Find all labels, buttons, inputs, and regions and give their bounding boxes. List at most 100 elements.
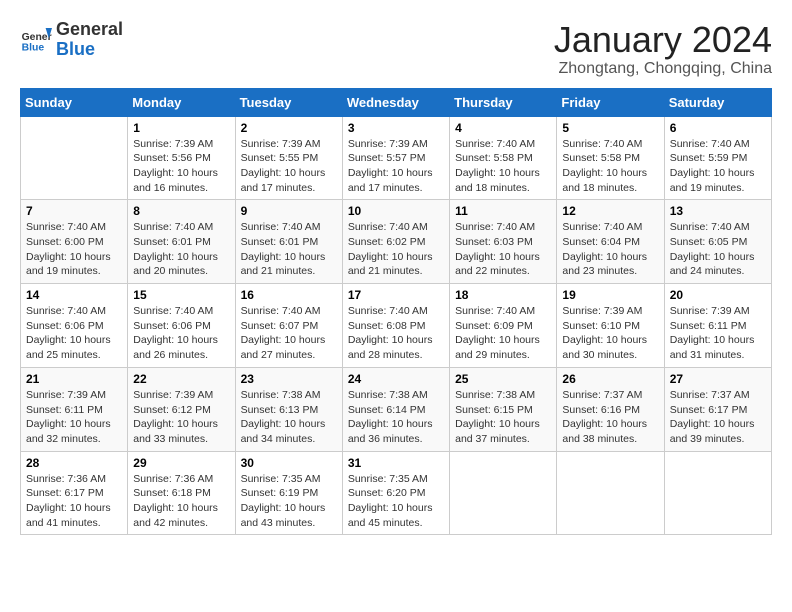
day-info: Sunrise: 7:36 AM Sunset: 6:18 PM Dayligh… (133, 472, 229, 531)
day-info: Sunrise: 7:40 AM Sunset: 6:00 PM Dayligh… (26, 220, 122, 279)
calendar-cell: 20 Sunrise: 7:39 AM Sunset: 6:11 PM Dayli… (664, 284, 771, 368)
day-info: Sunrise: 7:40 AM Sunset: 6:08 PM Dayligh… (348, 304, 444, 363)
day-info: Sunrise: 7:39 AM Sunset: 6:12 PM Dayligh… (133, 388, 229, 447)
calendar-cell: 11 Sunrise: 7:40 AM Sunset: 6:03 PM Dayli… (450, 200, 557, 284)
calendar-cell: 13 Sunrise: 7:40 AM Sunset: 6:05 PM Dayli… (664, 200, 771, 284)
day-number: 12 (562, 204, 658, 218)
weekday-header-row: SundayMondayTuesdayWednesdayThursdayFrid… (21, 88, 772, 116)
weekday-header-monday: Monday (128, 88, 235, 116)
day-number: 19 (562, 288, 658, 302)
day-info: Sunrise: 7:40 AM Sunset: 6:01 PM Dayligh… (241, 220, 337, 279)
calendar-cell: 12Sunrise: 7:40 AM Sunset: 6:04 PM Dayli… (557, 200, 664, 284)
day-number: 3 (348, 121, 444, 135)
day-number: 28 (26, 456, 122, 470)
page-header: General Blue General Blue January 2024 Z… (20, 20, 772, 78)
day-number: 10 (348, 204, 444, 218)
calendar-table: SundayMondayTuesdayWednesdayThursdayFrid… (20, 88, 772, 536)
calendar-week-row: 1 Sunrise: 7:39 AM Sunset: 5:56 PM Daylig… (21, 116, 772, 200)
calendar-cell: 7Sunrise: 7:40 AM Sunset: 6:00 PM Daylig… (21, 200, 128, 284)
day-number: 9 (241, 204, 337, 218)
day-info: Sunrise: 7:40 AM Sunset: 5:59 PM Dayligh… (670, 137, 766, 196)
svg-text:Blue: Blue (22, 42, 45, 53)
day-info: Sunrise: 7:40 AM Sunset: 5:58 PM Dayligh… (455, 137, 551, 196)
calendar-cell: 10 Sunrise: 7:40 AM Sunset: 6:02 PM Dayli… (342, 200, 449, 284)
day-info: Sunrise: 7:40 AM Sunset: 6:02 PM Dayligh… (348, 220, 444, 279)
day-number: 31 (348, 456, 444, 470)
calendar-cell: 2Sunrise: 7:39 AM Sunset: 5:55 PM Daylig… (235, 116, 342, 200)
calendar-week-row: 28Sunrise: 7:36 AM Sunset: 6:17 PM Dayli… (21, 451, 772, 535)
day-number: 26 (562, 372, 658, 386)
logo-text: General Blue (56, 20, 123, 60)
day-info: Sunrise: 7:35 AM Sunset: 6:20 PM Dayligh… (348, 472, 444, 531)
calendar-cell: 22 Sunrise: 7:39 AM Sunset: 6:12 PM Dayli… (128, 367, 235, 451)
calendar-cell: 27 Sunrise: 7:37 AM Sunset: 6:17 PM Dayli… (664, 367, 771, 451)
day-number: 30 (241, 456, 337, 470)
day-info: Sunrise: 7:38 AM Sunset: 6:15 PM Dayligh… (455, 388, 551, 447)
day-info: Sunrise: 7:40 AM Sunset: 6:05 PM Dayligh… (670, 220, 766, 279)
calendar-cell (557, 451, 664, 535)
day-number: 24 (348, 372, 444, 386)
calendar-cell: 1 Sunrise: 7:39 AM Sunset: 5:56 PM Daylig… (128, 116, 235, 200)
calendar-week-row: 7Sunrise: 7:40 AM Sunset: 6:00 PM Daylig… (21, 200, 772, 284)
calendar-cell: 18 Sunrise: 7:40 AM Sunset: 6:09 PM Dayli… (450, 284, 557, 368)
calendar-cell (21, 116, 128, 200)
weekday-header-thursday: Thursday (450, 88, 557, 116)
calendar-cell: 4Sunrise: 7:40 AM Sunset: 5:58 PM Daylig… (450, 116, 557, 200)
day-info: Sunrise: 7:40 AM Sunset: 6:03 PM Dayligh… (455, 220, 551, 279)
day-number: 17 (348, 288, 444, 302)
calendar-cell: 3 Sunrise: 7:39 AM Sunset: 5:57 PM Daylig… (342, 116, 449, 200)
day-info: Sunrise: 7:38 AM Sunset: 6:13 PM Dayligh… (241, 388, 337, 447)
weekday-header-friday: Friday (557, 88, 664, 116)
calendar-cell: 15 Sunrise: 7:40 AM Sunset: 6:06 PM Dayli… (128, 284, 235, 368)
calendar-cell: 21Sunrise: 7:39 AM Sunset: 6:11 PM Dayli… (21, 367, 128, 451)
calendar-cell: 16 Sunrise: 7:40 AM Sunset: 6:07 PM Dayli… (235, 284, 342, 368)
calendar-week-row: 14 Sunrise: 7:40 AM Sunset: 6:06 PM Dayli… (21, 284, 772, 368)
calendar-cell: 17 Sunrise: 7:40 AM Sunset: 6:08 PM Dayli… (342, 284, 449, 368)
day-info: Sunrise: 7:39 AM Sunset: 6:10 PM Dayligh… (562, 304, 658, 363)
calendar-cell: 19 Sunrise: 7:39 AM Sunset: 6:10 PM Dayli… (557, 284, 664, 368)
day-number: 6 (670, 121, 766, 135)
weekday-header-sunday: Sunday (21, 88, 128, 116)
calendar-cell: 23 Sunrise: 7:38 AM Sunset: 6:13 PM Dayli… (235, 367, 342, 451)
day-info: Sunrise: 7:35 AM Sunset: 6:19 PM Dayligh… (241, 472, 337, 531)
logo: General Blue General Blue (20, 20, 123, 60)
calendar-cell: 30 Sunrise: 7:35 AM Sunset: 6:19 PM Dayli… (235, 451, 342, 535)
weekday-header-wednesday: Wednesday (342, 88, 449, 116)
calendar-cell: 26Sunrise: 7:37 AM Sunset: 6:16 PM Dayli… (557, 367, 664, 451)
day-number: 11 (455, 204, 551, 218)
day-info: Sunrise: 7:40 AM Sunset: 6:07 PM Dayligh… (241, 304, 337, 363)
weekday-header-tuesday: Tuesday (235, 88, 342, 116)
day-number: 22 (133, 372, 229, 386)
calendar-cell: 24Sunrise: 7:38 AM Sunset: 6:14 PM Dayli… (342, 367, 449, 451)
weekday-header-saturday: Saturday (664, 88, 771, 116)
day-number: 23 (241, 372, 337, 386)
day-number: 27 (670, 372, 766, 386)
day-info: Sunrise: 7:40 AM Sunset: 6:09 PM Dayligh… (455, 304, 551, 363)
day-number: 25 (455, 372, 551, 386)
calendar-week-row: 21Sunrise: 7:39 AM Sunset: 6:11 PM Dayli… (21, 367, 772, 451)
day-info: Sunrise: 7:39 AM Sunset: 6:11 PM Dayligh… (670, 304, 766, 363)
day-number: 1 (133, 121, 229, 135)
day-info: Sunrise: 7:39 AM Sunset: 5:57 PM Dayligh… (348, 137, 444, 196)
calendar-subtitle: Zhongtang, Chongqing, China (554, 60, 772, 78)
title-block: January 2024 Zhongtang, Chongqing, China (554, 20, 772, 78)
day-info: Sunrise: 7:39 AM Sunset: 5:56 PM Dayligh… (133, 137, 229, 196)
day-info: Sunrise: 7:40 AM Sunset: 5:58 PM Dayligh… (562, 137, 658, 196)
calendar-cell: 25 Sunrise: 7:38 AM Sunset: 6:15 PM Dayli… (450, 367, 557, 451)
calendar-cell: 8Sunrise: 7:40 AM Sunset: 6:01 PM Daylig… (128, 200, 235, 284)
day-info: Sunrise: 7:39 AM Sunset: 5:55 PM Dayligh… (241, 137, 337, 196)
day-info: Sunrise: 7:40 AM Sunset: 6:06 PM Dayligh… (133, 304, 229, 363)
day-number: 14 (26, 288, 122, 302)
day-number: 18 (455, 288, 551, 302)
day-number: 15 (133, 288, 229, 302)
day-info: Sunrise: 7:37 AM Sunset: 6:17 PM Dayligh… (670, 388, 766, 447)
calendar-cell: 5Sunrise: 7:40 AM Sunset: 5:58 PM Daylig… (557, 116, 664, 200)
calendar-cell: 28Sunrise: 7:36 AM Sunset: 6:17 PM Dayli… (21, 451, 128, 535)
day-number: 16 (241, 288, 337, 302)
calendar-cell: 6 Sunrise: 7:40 AM Sunset: 5:59 PM Daylig… (664, 116, 771, 200)
day-info: Sunrise: 7:40 AM Sunset: 6:06 PM Dayligh… (26, 304, 122, 363)
day-number: 20 (670, 288, 766, 302)
calendar-cell (450, 451, 557, 535)
day-number: 13 (670, 204, 766, 218)
day-info: Sunrise: 7:39 AM Sunset: 6:11 PM Dayligh… (26, 388, 122, 447)
